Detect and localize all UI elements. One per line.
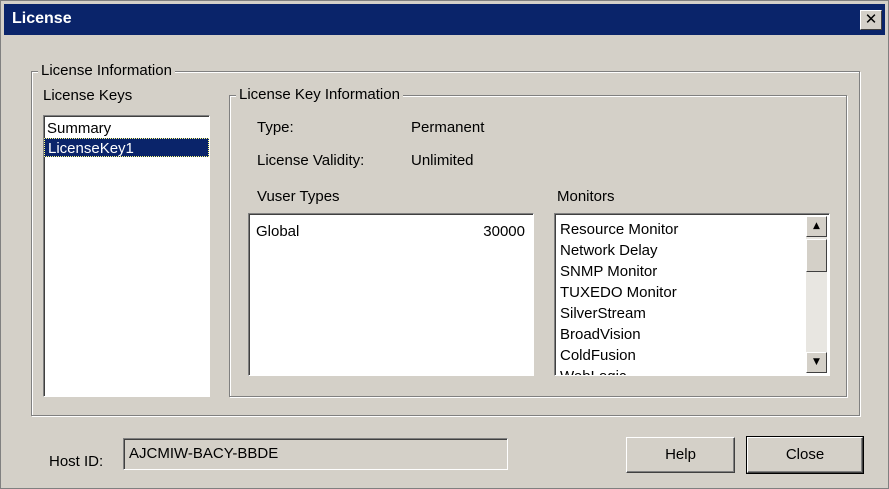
title-bar[interactable]: License ✕ bbox=[4, 4, 885, 35]
monitor-item[interactable]: SNMP Monitor bbox=[560, 261, 678, 282]
license-keys-list[interactable]: Summary LicenseKey1 bbox=[43, 115, 210, 397]
license-key-information-label: License Key Information bbox=[236, 86, 403, 103]
vuser-type-count: 30000 bbox=[483, 223, 525, 240]
monitor-item[interactable]: WebLogic bbox=[560, 366, 678, 375]
close-icon[interactable]: ✕ bbox=[860, 10, 882, 30]
vuser-types-list[interactable]: Global 30000 bbox=[248, 213, 534, 376]
type-label: Type: bbox=[257, 119, 294, 136]
monitors-label: Monitors bbox=[557, 188, 615, 205]
scrollbar-thumb[interactable] bbox=[806, 239, 827, 272]
license-key-item[interactable]: Summary bbox=[44, 119, 209, 138]
license-keys-label: License Keys bbox=[43, 87, 133, 104]
monitor-item[interactable]: SilverStream bbox=[560, 303, 678, 324]
host-id-label: Host ID: bbox=[49, 453, 104, 470]
license-information-label: License Information bbox=[38, 62, 175, 79]
host-id-field[interactable]: AJCMIW-BACY-BBDE bbox=[123, 438, 508, 470]
scroll-up-arrow-icon[interactable]: ▲ bbox=[806, 216, 827, 237]
monitor-item[interactable]: TUXEDO Monitor bbox=[560, 282, 678, 303]
type-value: Permanent bbox=[411, 119, 485, 136]
close-button[interactable]: Close bbox=[746, 436, 864, 474]
license-validity-value: Unlimited bbox=[411, 152, 474, 169]
help-button[interactable]: Help bbox=[626, 437, 735, 473]
window-title: License bbox=[12, 10, 72, 27]
vuser-type-name: Global bbox=[256, 223, 300, 240]
license-dialog: License ✕ License Information License Ke… bbox=[0, 0, 889, 489]
monitor-item[interactable]: Resource Monitor bbox=[560, 219, 678, 240]
monitor-item[interactable]: Network Delay bbox=[560, 240, 678, 261]
scroll-down-arrow-icon[interactable]: ▼ bbox=[806, 352, 827, 373]
license-validity-label: License Validity: bbox=[257, 152, 365, 169]
vuser-types-label: Vuser Types bbox=[257, 188, 340, 205]
monitor-item[interactable]: ColdFusion bbox=[560, 345, 678, 366]
monitors-scrollbar[interactable]: ▲ ▼ bbox=[806, 216, 827, 373]
monitors-list[interactable]: Resource Monitor Network Delay SNMP Monito… bbox=[554, 213, 830, 376]
license-key-item[interactable]: LicenseKey1 bbox=[44, 138, 209, 157]
vuser-type-row[interactable]: Global 30000 bbox=[256, 222, 525, 242]
monitor-item[interactable]: BroadVision bbox=[560, 324, 678, 345]
